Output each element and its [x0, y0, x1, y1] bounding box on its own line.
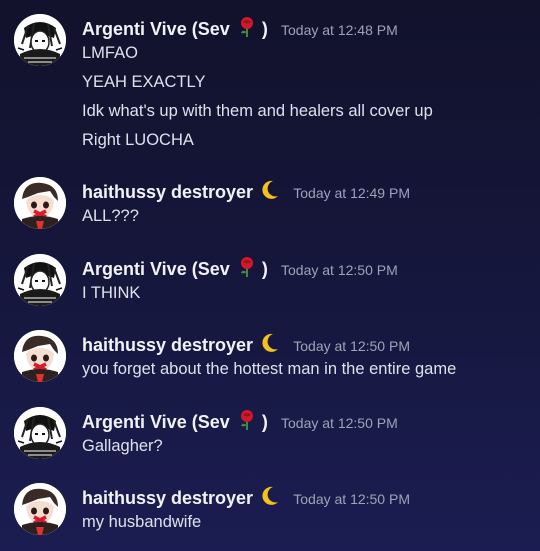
- timestamp: Today at 12:50 PM: [281, 262, 398, 278]
- message-group: haithussy destroyer Today at 12:50 PM my…: [0, 483, 540, 539]
- username[interactable]: haithussy destroyer: [82, 335, 253, 355]
- message-group: Argenti Vive (Sev ) Today at 12:48 PM LM…: [0, 14, 540, 154]
- username-closing: ): [261, 412, 268, 432]
- username[interactable]: Argenti Vive (Sev: [82, 19, 230, 39]
- message-group: haithussy destroyer Today at 12:49 PM AL…: [0, 177, 540, 233]
- message-header: Argenti Vive (Sev ) Today at 12:50 PM: [82, 256, 398, 282]
- avatar[interactable]: [14, 14, 66, 66]
- avatar-anime-character-icon: [14, 177, 66, 229]
- timestamp: Today at 12:49 PM: [293, 185, 410, 201]
- username[interactable]: Argenti Vive (Sev: [82, 412, 230, 432]
- avatar[interactable]: [14, 254, 66, 306]
- avatar-anime-character-icon: [14, 483, 66, 535]
- message-header: Argenti Vive (Sev ) Today at 12:48 PM: [82, 16, 398, 42]
- message-text: my husbandwife: [82, 513, 202, 531]
- avatar-manga-art-icon: [14, 254, 66, 306]
- timestamp: Today at 12:50 PM: [281, 415, 398, 431]
- message-text: you forget about the hottest man in the …: [82, 360, 457, 378]
- avatar[interactable]: [14, 407, 66, 459]
- chat-message-list: Argenti Vive (Sev ) Today at 12:48 PM LM…: [0, 0, 540, 551]
- message-header: haithussy destroyer Today at 12:49 PM: [82, 179, 410, 205]
- username[interactable]: haithussy destroyer: [82, 488, 253, 508]
- avatar-manga-art-icon: [14, 14, 66, 66]
- crescent-moon-emoji-icon: [260, 332, 280, 358]
- message-group: haithussy destroyer Today at 12:50 PM yo…: [0, 330, 540, 386]
- avatar[interactable]: [14, 330, 66, 382]
- username[interactable]: Argenti Vive (Sev: [82, 259, 230, 279]
- timestamp: Today at 12:50 PM: [293, 491, 410, 507]
- message-group: Argenti Vive (Sev ) Today at 12:50 PM Ga…: [0, 407, 540, 463]
- username[interactable]: haithussy destroyer: [82, 182, 253, 202]
- username-closing: ): [261, 259, 268, 279]
- rose-emoji-icon: [237, 409, 257, 435]
- message-text: Idk what's up with them and healers all …: [82, 102, 433, 120]
- message-text: Gallagher?: [82, 437, 163, 455]
- message-text: LMFAO: [82, 44, 138, 62]
- message-text: I THINK: [82, 284, 141, 302]
- message-group: Argenti Vive (Sev ) Today at 12:50 PM I …: [0, 254, 540, 310]
- message-header: Argenti Vive (Sev ) Today at 12:50 PM: [82, 409, 398, 435]
- message-text: YEAH EXACTLY: [82, 73, 206, 91]
- avatar-manga-art-icon: [14, 407, 66, 459]
- rose-emoji-icon: [237, 256, 257, 282]
- avatar-anime-character-icon: [14, 330, 66, 382]
- message-header: haithussy destroyer Today at 12:50 PM: [82, 332, 410, 358]
- message-text: Right LUOCHA: [82, 131, 194, 149]
- timestamp: Today at 12:48 PM: [281, 22, 398, 38]
- message-text: ALL???: [82, 207, 139, 225]
- timestamp: Today at 12:50 PM: [293, 338, 410, 354]
- rose-emoji-icon: [237, 16, 257, 42]
- avatar[interactable]: [14, 177, 66, 229]
- crescent-moon-emoji-icon: [260, 485, 280, 511]
- crescent-moon-emoji-icon: [260, 179, 280, 205]
- message-header: haithussy destroyer Today at 12:50 PM: [82, 485, 410, 511]
- username-closing: ): [261, 19, 268, 39]
- avatar[interactable]: [14, 483, 66, 535]
